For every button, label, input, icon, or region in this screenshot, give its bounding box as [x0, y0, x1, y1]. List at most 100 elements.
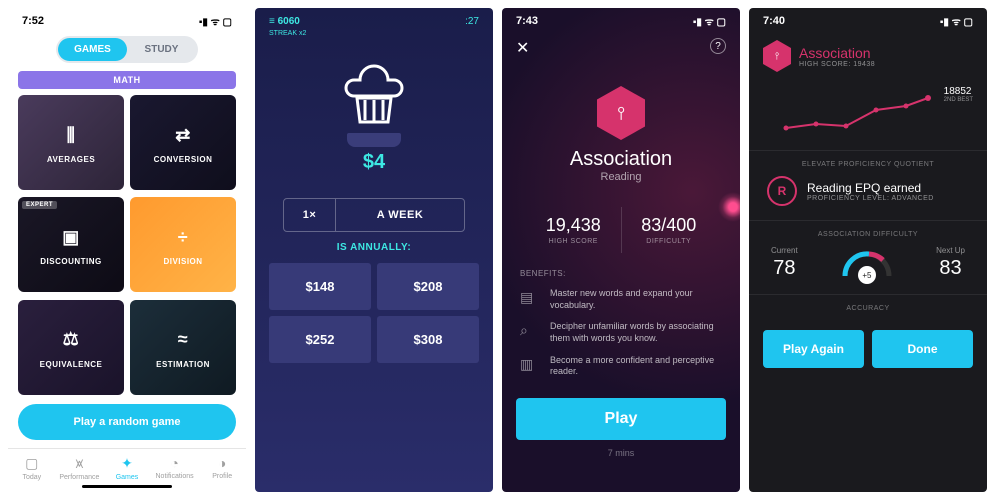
- result-title: Association: [799, 45, 875, 61]
- divide-icon: ÷: [169, 223, 197, 251]
- home-indicator[interactable]: [82, 485, 172, 488]
- user-icon: ◑: [198, 455, 246, 471]
- item-price: $4: [255, 151, 493, 174]
- nav-performance[interactable]: ⩙Performance: [56, 455, 104, 481]
- close-button[interactable]: ✕: [516, 38, 529, 58]
- status-icons: ▪▮ ᯤ ▢: [199, 14, 232, 28]
- score-value: 6060: [278, 16, 300, 27]
- game-category: Reading: [502, 171, 740, 183]
- multiplier: 1×: [284, 199, 336, 231]
- tab-bar: ▢Today ⩙Performance ✦Games ◔Notification…: [8, 448, 246, 483]
- line-chart-icon: [763, 80, 973, 140]
- tab-games[interactable]: GAMES: [58, 38, 127, 61]
- play-random-button[interactable]: Play a random game: [18, 404, 236, 440]
- answer-option[interactable]: $148: [269, 263, 371, 310]
- top-bar: ✕ ?: [502, 30, 740, 66]
- section-label: ELEVATE PROFICIENCY QUOTIENT: [749, 150, 987, 176]
- score-icon: ≡: [269, 16, 275, 27]
- done-button[interactable]: Done: [872, 330, 973, 368]
- game-play-screen: ≡ 6060 STREAK x2 :27 $4 1× A WEEK IS ANN…: [255, 8, 493, 492]
- tile-discounting[interactable]: EXPERT▣DISCOUNTING: [18, 197, 124, 292]
- stat-highscore: 19,438HIGH SCORE: [526, 207, 622, 253]
- hexagon-icon: ⫯: [763, 40, 791, 72]
- answer-option[interactable]: $208: [377, 263, 479, 310]
- nav-games[interactable]: ✦Games: [103, 455, 151, 481]
- arrows-icon: ⇄: [169, 121, 197, 149]
- next-difficulty: Next Up83: [936, 246, 965, 280]
- hexagon-icon: ⫯: [597, 86, 645, 140]
- status-bar: 7:52 ▪▮ ᯤ ▢: [8, 8, 246, 30]
- epq-row: R Reading EPQ earnedPROFICIENCY LEVEL: A…: [749, 176, 987, 220]
- section-label: ASSOCIATION DIFFICULTY: [749, 220, 987, 246]
- nav-today[interactable]: ▢Today: [8, 455, 56, 481]
- gauge-icon: +5: [839, 248, 895, 278]
- difficulty-row: Current78 +5 Next Up83: [749, 246, 987, 294]
- bell-icon: ◔: [151, 455, 199, 471]
- streak-label: STREAK x2: [269, 30, 306, 37]
- status-icons: ▪▮ ᯤ ▢: [693, 14, 726, 28]
- chart-icon: ⩙: [56, 455, 104, 472]
- benefits-section: BENEFITS: ▤Master new words and expand y…: [502, 269, 740, 388]
- status-icons: ▪▮ ᯤ ▢: [940, 14, 973, 28]
- play-button[interactable]: Play: [516, 398, 726, 440]
- tag-icon: ▣: [57, 223, 85, 251]
- search-icon: ⌕: [520, 321, 540, 344]
- game-detail-screen: 7:43 ▪▮ ᯤ ▢ ✕ ? ⫯ Association Reading 19…: [502, 8, 740, 492]
- category-pill[interactable]: MATH: [18, 71, 236, 89]
- segmented-control: GAMES STUDY: [56, 36, 198, 63]
- tile-estimation[interactable]: ≈ESTIMATION: [130, 300, 236, 395]
- scale-icon: ⚖: [57, 326, 85, 354]
- pedestal: [347, 133, 401, 147]
- frequency-row: 1× A WEEK: [283, 198, 465, 232]
- nav-profile[interactable]: ◑Profile: [198, 455, 246, 481]
- help-button[interactable]: ?: [710, 38, 726, 54]
- time-estimate: 7 mins: [502, 448, 740, 458]
- tab-study[interactable]: STUDY: [127, 38, 196, 61]
- book-icon: ▤: [520, 288, 540, 311]
- answer-option[interactable]: $252: [269, 316, 371, 363]
- tile-equivalence[interactable]: ⚖EQUIVALENCE: [18, 300, 124, 395]
- high-score-label: HIGH SCORE: 19438: [799, 61, 875, 68]
- puzzle-icon: ✦: [103, 455, 151, 472]
- best-score: 188522ND BEST: [944, 86, 973, 103]
- current-difficulty: Current78: [771, 246, 798, 280]
- clock: 7:52: [22, 15, 44, 27]
- approx-icon: ≈: [169, 326, 197, 354]
- item-display: $4: [255, 62, 493, 174]
- epq-title: Reading EPQ earned: [807, 181, 934, 195]
- epq-ring-icon: R: [767, 176, 797, 206]
- hud: ≡ 6060 STREAK x2 :27: [255, 8, 493, 42]
- result-header: ⫯ Association HIGH SCORE: 19438: [749, 30, 987, 80]
- expert-badge: EXPERT: [22, 201, 57, 209]
- tile-division[interactable]: ÷DIVISION: [130, 197, 236, 292]
- game-title: Association: [502, 148, 740, 171]
- play-again-button[interactable]: Play Again: [763, 330, 864, 368]
- plus-badge: +5: [858, 266, 876, 284]
- benefit-item: ⌕Decipher unfamiliar words by associatin…: [520, 321, 722, 344]
- timer: :27: [465, 16, 479, 38]
- clock: 7:43: [516, 15, 538, 27]
- stats-row: 19,438HIGH SCORE 83/400DIFFICULTY: [526, 207, 716, 253]
- tile-averages[interactable]: ⫼AVERAGES: [18, 95, 124, 190]
- calendar-icon: ▢: [8, 455, 56, 472]
- game-grid: ⫼AVERAGES ⇄CONVERSION EXPERT▣DISCOUNTING…: [8, 95, 246, 396]
- books-icon: ▥: [520, 355, 540, 378]
- status-bar: 7:40 ▪▮ ᯤ ▢: [749, 8, 987, 30]
- answer-option[interactable]: $308: [377, 316, 479, 363]
- score-chart: 188522ND BEST: [763, 80, 973, 140]
- stat-difficulty: 83/400DIFFICULTY: [622, 207, 717, 253]
- section-label: ACCURACY: [749, 294, 987, 320]
- benefit-item: ▥Become a more confident and perceptive …: [520, 355, 722, 378]
- bars-icon: ⫼: [57, 121, 85, 149]
- tile-conversion[interactable]: ⇄CONVERSION: [130, 95, 236, 190]
- benefits-label: BENEFITS:: [520, 269, 722, 278]
- epq-subtitle: PROFICIENCY LEVEL: ADVANCED: [807, 195, 934, 202]
- games-screen: 7:52 ▪▮ ᯤ ▢ GAMES STUDY MATH ⫼AVERAGES ⇄…: [8, 8, 246, 492]
- pulse-indicator: [718, 192, 740, 222]
- clock: 7:40: [763, 15, 785, 27]
- nav-notifications[interactable]: ◔Notifications: [151, 455, 199, 481]
- results-screen: 7:40 ▪▮ ᯤ ▢ ⫯ Association HIGH SCORE: 19…: [749, 8, 987, 492]
- period: A WEEK: [336, 199, 464, 231]
- prompt-label: IS ANNUALLY:: [255, 242, 493, 253]
- benefit-item: ▤Master new words and expand your vocabu…: [520, 288, 722, 311]
